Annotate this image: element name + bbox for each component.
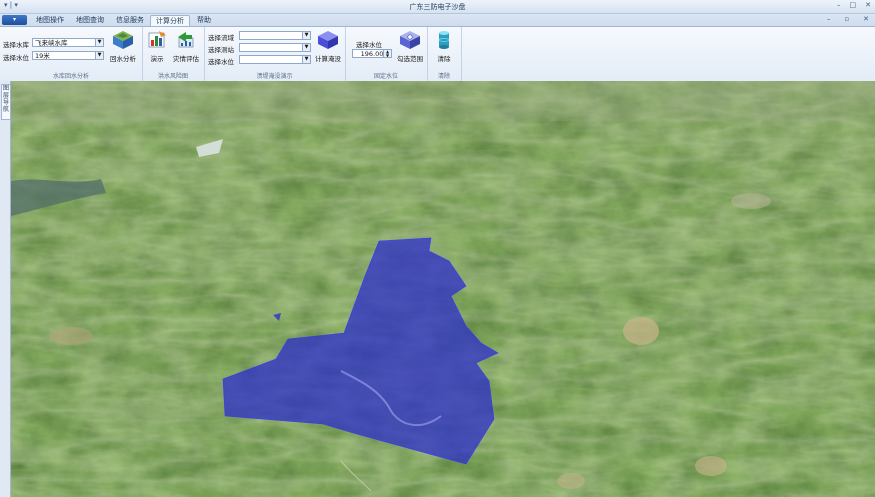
inundation-level-select-label: 选择水位 [208,58,234,66]
disaster-assessment-button-label: 灾情评估 [173,55,199,63]
select-range-button[interactable]: 勾选范围 [395,30,425,63]
range-cube-icon [400,31,420,49]
close-button[interactable]: ✕ [865,1,871,9]
calculate-inundation-button-label: 计算淹没 [315,55,341,63]
maximize-button[interactable]: □ [850,1,857,9]
window-controls: – □ ✕ [837,1,871,9]
chevron-down-icon[interactable]: ▼ [95,52,103,59]
demo-button[interactable]: 演示 [145,30,169,63]
tab-map-operation[interactable]: 地图操作 [31,15,69,26]
group-label: 溃堤淹没演示 [256,73,293,80]
terrain-map-view[interactable] [11,81,875,497]
bare-soil-patch [731,193,771,209]
station-select-label: 选择测站 [208,46,234,54]
disaster-assessment-button[interactable]: 灾情评估 [170,30,202,63]
ribbon-minimize-icon[interactable]: – [827,15,831,23]
side-panel-strip: 图层导航 [0,81,11,497]
chevron-down-icon[interactable]: ▼ [302,32,310,39]
ribbon-close-icon[interactable]: ✕ [863,15,869,23]
minimize-button[interactable]: – [837,1,841,9]
group-label: 洪水风险图 [157,73,188,80]
demo-button-label: 演示 [150,55,164,63]
station-select[interactable]: ▼ [239,43,311,52]
fixed-level-label: 选择水位 [356,41,382,49]
reservoir-select-value: 飞来峡水库 [35,39,68,47]
ribbon-panel: 选择水库 飞来峡水库 ▼ 选择水位 19米 ▼ 回水分析 水库回水分析 演示 灾… [0,26,875,82]
terrain-cube-icon [113,31,133,49]
ribbon-restore-icon[interactable]: ▫ [844,15,849,23]
assessment-arrow-icon [178,32,194,48]
chevron-down-icon[interactable]: ▼ [302,56,310,63]
bare-soil-patch [557,473,585,489]
terrain-map-canvas[interactable] [11,81,875,497]
group-fixed-water-level: 选择水位 196.00 ▲ ▼ 勾选范围 固定水位 [345,27,428,81]
ribbon-window-controls: – ▫ ✕ [827,15,869,23]
spinner-arrows-icon[interactable]: ▲ ▼ [383,50,391,57]
database-cylinder-icon [438,31,450,49]
title-bar: ▾ | ▾ 广东三防电子沙盘 – □ ✕ [0,0,875,14]
app-menu-icon: ▾ [12,16,16,23]
basin-select[interactable]: ▼ [239,31,311,40]
ribbon-tab-bar: ▾ 地图操作 地图查询 信息服务 计算分析 帮助 – ▫ ✕ [0,14,875,27]
bare-soil-patch [695,456,727,476]
water-level-select[interactable]: 19米 ▼ [32,51,104,60]
layer-navigation-tab[interactable]: 图层导航 [1,84,11,120]
reservoir-select-label: 选择水库 [3,41,29,49]
group-flood-risk-map: 演示 灾情评估 洪水风险图 [142,27,205,81]
horizon-haze [11,81,875,121]
tab-info-service[interactable]: 信息服务 [111,15,149,26]
water-level-select-value: 19米 [35,52,50,60]
bare-soil-patch [623,317,659,345]
group-dam-break-inundation: 选择流域 ▼ 选择测站 ▼ 选择水位 ▼ 计算淹没 溃堤淹没演示 [204,27,346,81]
bare-soil-patch [49,327,93,345]
group-label: 水库回水分析 [52,73,89,80]
fixed-level-spinner[interactable]: 196.00 ▲ ▼ [352,49,392,58]
clear-button-label: 清除 [437,55,451,63]
chart-demo-icon [148,31,166,48]
basin-select-label: 选择流域 [208,34,234,42]
blue-cube-icon [318,31,338,49]
tab-help[interactable]: 帮助 [192,15,216,26]
tab-map-query[interactable]: 地图查询 [71,15,109,26]
backwater-analysis-button[interactable]: 回水分析 [107,30,139,63]
application-menu-button[interactable]: ▾ [2,15,27,25]
fixed-level-value: 196.00 [360,50,384,58]
group-clear: 清除 清除 [427,27,462,81]
water-level-select-label: 选择水位 [3,54,29,62]
group-reservoir-backwater: 选择水库 飞来峡水库 ▼ 选择水位 19米 ▼ 回水分析 水库回水分析 [0,27,143,81]
select-range-button-label: 勾选范围 [397,55,423,63]
group-label: 清除 [437,73,450,80]
clear-button[interactable]: 清除 [430,30,458,63]
group-label: 固定水位 [373,73,398,80]
calculate-inundation-button[interactable]: 计算淹没 [313,30,343,63]
reservoir-select[interactable]: 飞来峡水库 ▼ [32,38,104,47]
chevron-down-icon[interactable]: ▼ [302,44,310,51]
backwater-analysis-button-label: 回水分析 [110,55,136,63]
window-title: 广东三防电子沙盘 [409,3,466,11]
inundation-level-select[interactable]: ▼ [239,55,311,64]
chevron-down-icon[interactable]: ▼ [95,39,103,46]
